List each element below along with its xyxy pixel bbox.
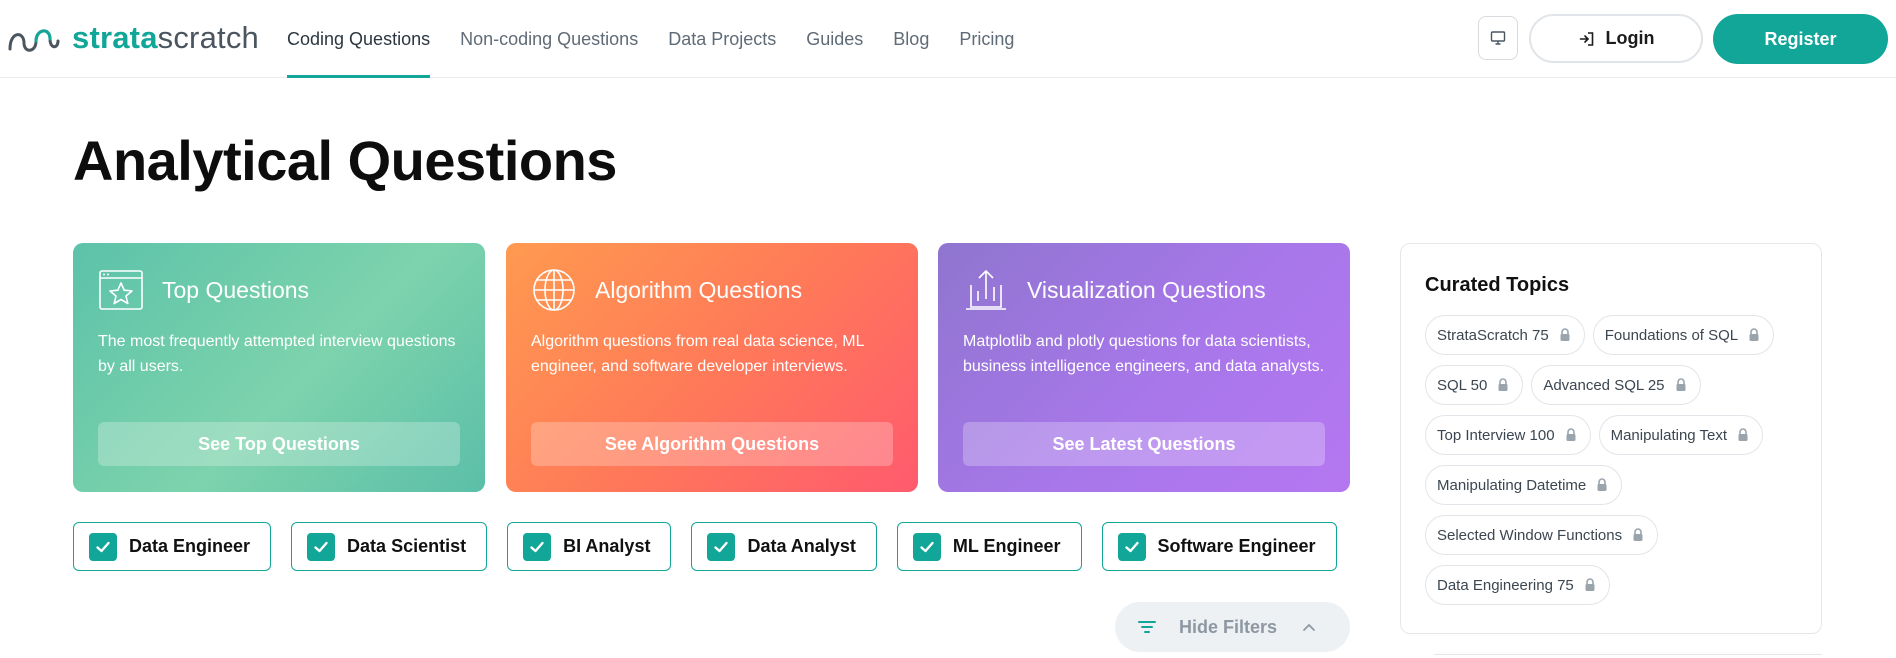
topic-label: Selected Window Functions: [1437, 526, 1623, 544]
nav-pricing[interactable]: Pricing: [959, 0, 1014, 78]
checkbox-checked-icon: [523, 532, 552, 561]
monitor-icon: [1490, 31, 1506, 45]
star-window-icon: [99, 270, 143, 310]
register-button[interactable]: Register: [1713, 14, 1888, 64]
filter-data-engineer[interactable]: Data Engineer: [73, 522, 272, 571]
filter-software-engineer[interactable]: Software Engineer: [1101, 522, 1337, 571]
login-icon: [1579, 31, 1593, 46]
logo[interactable]: stratascratch: [6, 19, 259, 57]
checkbox-checked-icon: [707, 532, 736, 561]
see-algorithm-questions-button[interactable]: See Algorithm Questions: [531, 422, 893, 466]
see-top-questions-button[interactable]: See Top Questions: [98, 422, 460, 466]
card-description: The most frequently attempted interview …: [98, 333, 456, 375]
chevron-up-icon: [1303, 624, 1315, 631]
filter-bi-analyst[interactable]: BI Analyst: [507, 522, 672, 571]
lock-icon: [1560, 328, 1570, 341]
topic-top-interview-100[interactable]: Top Interview 100: [1425, 415, 1591, 455]
topic-label: Top Interview 100: [1437, 426, 1555, 444]
card-description: Matplotlib and plotly questions for data…: [963, 333, 1325, 375]
nav-blog[interactable]: Blog: [893, 0, 929, 78]
lock-icon: [1585, 578, 1595, 591]
lock-icon: [1498, 378, 1508, 391]
curated-topics-title: Curated Topics: [1425, 274, 1570, 296]
card-top-questions: Top Questions The most frequently attemp…: [73, 243, 485, 492]
card-title: Top Questions: [162, 276, 310, 303]
filter-label: ML Engineer: [952, 536, 1061, 556]
top-navbar: stratascratch Coding Questions Non-codin…: [0, 0, 1896, 78]
topic-data-engineering-75[interactable]: Data Engineering 75: [1425, 565, 1610, 605]
card-description: Algorithm questions from real data scien…: [531, 333, 864, 375]
logo-icon: [8, 29, 60, 52]
role-filters: Data Engineer Data Scientist BI Analyst …: [73, 522, 1357, 571]
topic-selected-window-functions[interactable]: Selected Window Functions: [1425, 515, 1659, 555]
filter-data-scientist[interactable]: Data Scientist: [291, 522, 488, 571]
main-nav: Coding Questions Non-coding Questions Da…: [287, 0, 1044, 78]
filter-label: Software Engineer: [1157, 536, 1316, 556]
logo-text: stratascratch: [72, 20, 259, 55]
checkbox-checked-icon: [89, 532, 117, 561]
lock-icon: [1749, 328, 1759, 341]
login-label: Login: [1605, 28, 1655, 48]
theme-toggle-button[interactable]: [1478, 16, 1518, 60]
curated-topics-panel: Curated Topics StrataScratch 75 Foundati…: [1400, 243, 1822, 634]
topic-label: SQL 50: [1437, 376, 1488, 394]
card-title: Algorithm Questions: [595, 276, 803, 303]
checkbox-checked-icon: [307, 532, 336, 561]
filter-ml-engineer[interactable]: ML Engineer: [896, 522, 1082, 571]
filter-label: BI Analyst: [563, 536, 651, 556]
checkbox-checked-icon: [912, 532, 941, 561]
lock-icon: [1633, 528, 1643, 541]
card-title: Visualization Questions: [1027, 276, 1266, 303]
topic-foundations-of-sql[interactable]: Foundations of SQL: [1592, 315, 1775, 355]
hide-filters-button[interactable]: Hide Filters: [1115, 602, 1350, 652]
topic-label: Manipulating Datetime: [1437, 476, 1587, 494]
lock-icon: [1566, 428, 1576, 441]
lock-icon: [1597, 478, 1607, 491]
nav-guides[interactable]: Guides: [806, 0, 863, 78]
topic-advanced-sql-25[interactable]: Advanced SQL 25: [1531, 365, 1701, 405]
next-panel-edge: [1434, 654, 1822, 658]
globe-icon: [533, 269, 575, 311]
page-title: Analytical Questions: [73, 129, 617, 192]
topic-label: Manipulating Text: [1610, 426, 1728, 444]
topic-label: Foundations of SQL: [1604, 326, 1739, 344]
filter-label: Data Scientist: [347, 536, 467, 556]
topic-label: StrataScratch 75: [1437, 326, 1549, 344]
filter-icon: [1138, 621, 1156, 633]
login-button[interactable]: Login: [1529, 14, 1703, 63]
lock-icon: [1738, 428, 1748, 441]
topic-stratascratch-75[interactable]: StrataScratch 75: [1425, 315, 1585, 355]
curated-topics-list: StrataScratch 75 Foundations of SQL SQL …: [1425, 315, 1805, 615]
nav-non-coding-questions[interactable]: Non-coding Questions: [460, 0, 638, 78]
hide-filters-label: Hide Filters: [1179, 616, 1278, 637]
filter-data-analyst[interactable]: Data Analyst: [691, 522, 877, 571]
nav-data-projects[interactable]: Data Projects: [668, 0, 776, 78]
chart-upload-icon: [966, 270, 1006, 310]
topic-manipulating-text[interactable]: Manipulating Text: [1598, 415, 1764, 455]
topic-sql-50[interactable]: SQL 50: [1425, 365, 1524, 405]
card-visualization-questions: Visualization Questions Matplotlib and p…: [938, 243, 1350, 492]
card-algorithm-questions: Algorithm Questions Algorithm questions …: [506, 243, 918, 492]
lock-icon: [1676, 378, 1686, 391]
topic-manipulating-datetime[interactable]: Manipulating Datetime: [1425, 465, 1623, 505]
topic-label: Advanced SQL 25: [1543, 376, 1665, 394]
topic-label: Data Engineering 75: [1437, 576, 1574, 594]
filter-label: Data Analyst: [747, 536, 856, 556]
filter-label: Data Engineer: [129, 536, 251, 556]
see-latest-questions-button[interactable]: See Latest Questions: [963, 422, 1325, 466]
checkbox-checked-icon: [1117, 532, 1146, 561]
nav-coding-questions[interactable]: Coding Questions: [287, 0, 431, 78]
